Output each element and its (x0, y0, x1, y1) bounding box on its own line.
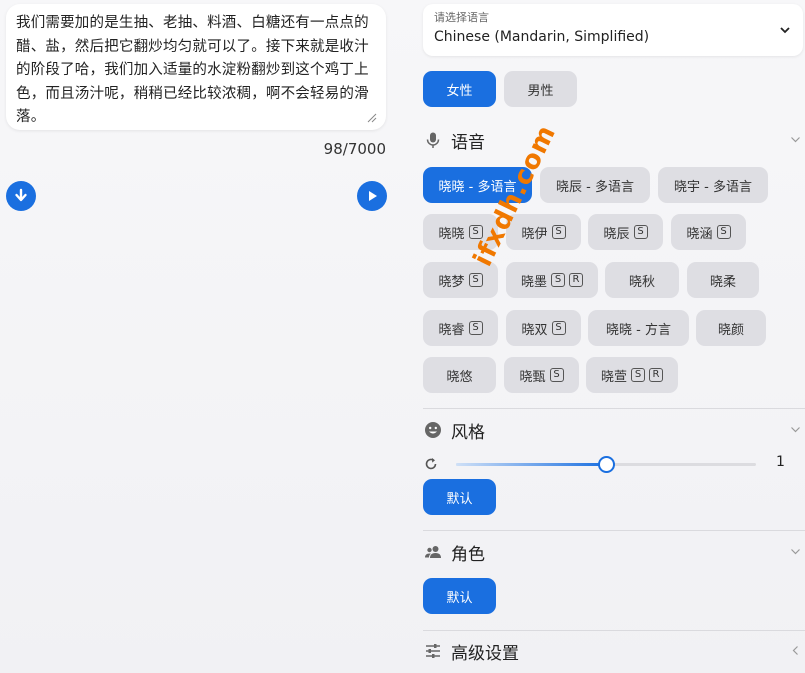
voice-option[interactable]: 晓晓 - 方言 (588, 310, 689, 346)
voice-option[interactable]: 晓睿 S (423, 310, 498, 346)
gender-female-button[interactable]: 女性 (423, 71, 496, 107)
divider (423, 530, 805, 531)
style-tag: S (631, 368, 645, 382)
voice-option[interactable]: 晓悠 (423, 357, 496, 393)
play-icon (369, 191, 377, 201)
language-select-label: 请选择语言 (434, 11, 489, 24)
advanced-section-title: 高级设置 (451, 643, 519, 664)
voice-option[interactable]: 晓萱 S R (586, 357, 678, 393)
microphone-icon (426, 132, 440, 148)
chevron-down-icon (791, 427, 800, 433)
role-section-header[interactable]: 角色 (423, 540, 805, 565)
sliders-icon (426, 644, 440, 658)
style-intensity-slider[interactable] (456, 456, 756, 473)
voice-option[interactable]: 晓涵 S (671, 214, 746, 250)
style-tag: S (551, 225, 566, 239)
style-tag: S (551, 273, 565, 287)
chevron-down-icon (780, 27, 790, 34)
voice-option[interactable]: 晓伊 S (506, 214, 581, 250)
play-button[interactable] (357, 181, 387, 211)
smiley-icon (425, 422, 441, 438)
download-button[interactable] (6, 181, 36, 211)
style-tag: S (633, 225, 648, 239)
editor-panel: 我们需要加的是生抽、老抽、料酒、白糖还有一点点的醋、盐，然后把它翻炒均匀就可以了… (0, 0, 395, 673)
voice-option[interactable]: 晓墨 S R (506, 262, 598, 298)
style-section-title: 风格 (451, 422, 485, 443)
divider (423, 408, 805, 409)
style-default-button[interactable]: 默认 (423, 479, 496, 515)
voice-option[interactable]: 晓宇 - 多语言 (658, 167, 768, 203)
chevron-left-icon (792, 646, 798, 655)
voice-option[interactable]: 晓双 S (506, 310, 581, 346)
arrow-down-icon (15, 188, 27, 202)
style-section-header[interactable]: 风格 (423, 418, 805, 443)
voice-option[interactable]: 晓秋 (605, 262, 679, 298)
voice-option[interactable]: 晓颜 (696, 310, 766, 346)
text-input-content[interactable]: 我们需要加的是生抽、老抽、料酒、白糖还有一点点的醋、盐，然后把它翻炒均匀就可以了… (16, 12, 374, 130)
resize-grip-icon[interactable] (367, 113, 377, 123)
reset-icon[interactable] (424, 457, 438, 471)
role-default-button[interactable]: 默认 (423, 578, 496, 614)
style-tag: S (716, 225, 731, 239)
style-tag: S (468, 225, 483, 239)
role-tag: R (569, 273, 583, 287)
role-section-title: 角色 (451, 544, 485, 565)
chevron-down-icon (791, 549, 800, 555)
voice-section-title: 语音 (451, 132, 485, 153)
voice-option[interactable]: 晓柔 (687, 262, 759, 298)
voice-option[interactable]: 晓甄 S (504, 357, 579, 393)
text-input[interactable]: 我们需要加的是生抽、老抽、料酒、白糖还有一点点的醋、盐，然后把它翻炒均匀就可以了… (6, 4, 386, 130)
slider-fill (456, 463, 606, 466)
style-tag: S (468, 273, 483, 287)
char-counter: 98/7000 (323, 140, 386, 158)
chevron-down-icon (791, 137, 800, 143)
voice-option[interactable]: 晓梦 S (423, 262, 498, 298)
voice-section-header[interactable]: 语音 (423, 128, 805, 153)
role-tag: R (649, 368, 663, 382)
style-tag: S (549, 368, 564, 382)
gender-male-button[interactable]: 男性 (504, 71, 577, 107)
language-select[interactable]: 请选择语言 Chinese (Mandarin, Simplified) (423, 4, 803, 56)
voice-option[interactable]: 晓辰 - 多语言 (540, 167, 650, 203)
language-select-value: Chinese (Mandarin, Simplified) (434, 29, 650, 45)
voice-option[interactable]: 晓辰 S (588, 214, 663, 250)
advanced-section-header[interactable]: 高级设置 (423, 639, 805, 664)
voice-option[interactable]: 晓晓 - 多语言 (423, 167, 532, 203)
style-tag: S (551, 321, 566, 335)
voice-option[interactable]: 晓晓 S (423, 214, 498, 250)
slider-handle[interactable] (598, 456, 615, 473)
settings-panel: 请选择语言 Chinese (Mandarin, Simplified) 女性 … (423, 0, 805, 673)
style-tag: S (468, 321, 483, 335)
people-icon (425, 546, 441, 558)
style-intensity-row: 1 (423, 454, 805, 474)
style-intensity-value: 1 (776, 454, 785, 470)
divider (423, 630, 805, 631)
